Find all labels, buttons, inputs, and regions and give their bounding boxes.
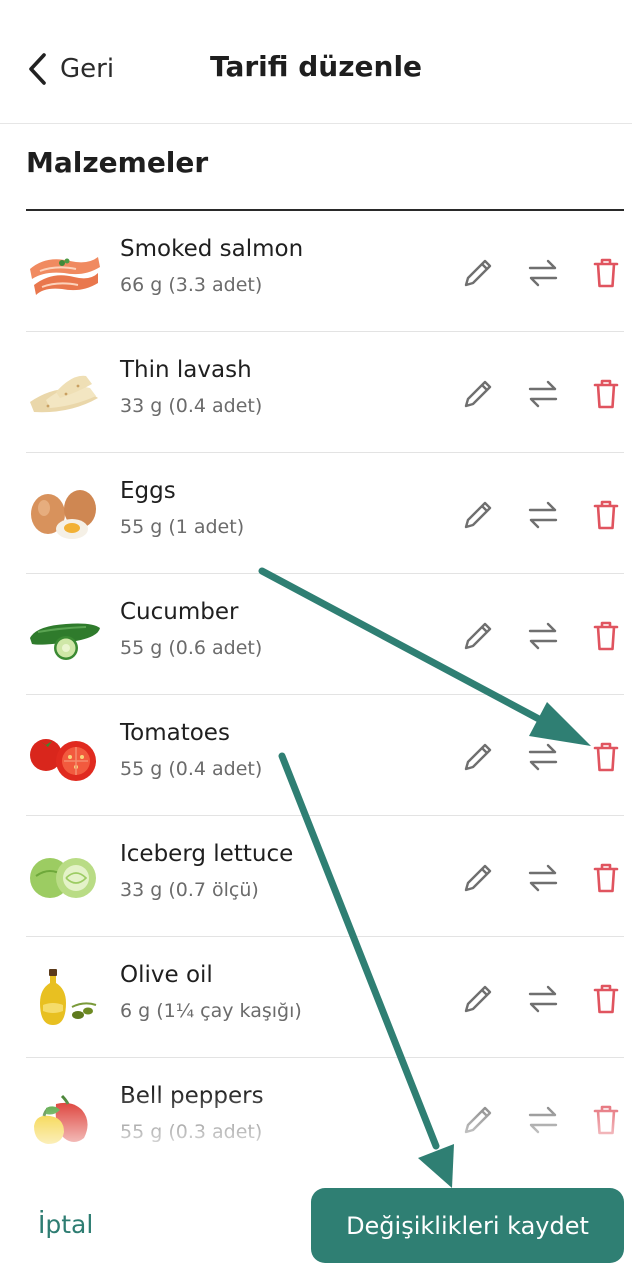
eggs-image (26, 483, 102, 543)
ingredient-amount: 33 g (0.7 ölçü) (120, 879, 259, 901)
ingredient-amount: 33 g (0.4 adet) (120, 395, 263, 417)
edit-button[interactable] (460, 739, 496, 775)
save-changes-button[interactable]: Değişiklikleri kaydet (311, 1188, 624, 1263)
tomatoes-image (26, 725, 102, 785)
trash-icon (593, 1105, 619, 1135)
swap-arrows-icon (528, 501, 558, 529)
ingredient-row: Tomatoes 55 g (0.4 adet) (26, 695, 624, 816)
ingredient-row: Olive oil 6 g (1¼ çay kaşığı) (26, 937, 624, 1058)
ingredient-name: Iceberg lettuce (120, 841, 294, 867)
ingredient-row: Thin lavash 33 g (0.4 adet) (26, 332, 624, 453)
delete-button[interactable] (588, 860, 624, 896)
pencil-icon (464, 743, 492, 771)
ingredient-name: Olive oil (120, 962, 213, 988)
pencil-icon (464, 864, 492, 892)
ingredient-name: Smoked salmon (120, 236, 304, 262)
delete-button[interactable] (588, 376, 624, 412)
delete-button[interactable] (588, 1102, 624, 1138)
trash-icon (593, 621, 619, 651)
swap-button[interactable] (525, 739, 561, 775)
swap-button[interactable] (525, 376, 561, 412)
ingredient-name: Bell peppers (120, 1083, 264, 1109)
swap-arrows-icon (528, 743, 558, 771)
ingredient-row: Smoked salmon 66 g (3.3 adet) (26, 211, 624, 332)
delete-button[interactable] (588, 618, 624, 654)
lettuce-image (26, 846, 102, 906)
pencil-icon (464, 501, 492, 529)
swap-button[interactable] (525, 618, 561, 654)
pencil-icon (464, 380, 492, 408)
delete-button[interactable] (588, 739, 624, 775)
swap-button[interactable] (525, 981, 561, 1017)
delete-button[interactable] (588, 255, 624, 291)
swap-arrows-icon (528, 622, 558, 650)
cancel-button[interactable]: İptal (38, 1210, 93, 1239)
delete-button[interactable] (588, 981, 624, 1017)
ingredient-row: Bell peppers 55 g (0.3 adet) (26, 1058, 624, 1178)
swap-button[interactable] (525, 860, 561, 896)
swap-arrows-icon (528, 1106, 558, 1134)
ingredient-row: Iceberg lettuce 33 g (0.7 ölçü) (26, 816, 624, 937)
swap-arrows-icon (528, 985, 558, 1013)
ingredient-amount: 55 g (1 adet) (120, 516, 245, 538)
ingredient-name: Tomatoes (120, 720, 230, 746)
ingredient-name: Eggs (120, 478, 176, 504)
edit-button[interactable] (460, 1102, 496, 1138)
page-title: Tarifi düzenle (209, 50, 423, 83)
pencil-icon (464, 985, 492, 1013)
pencil-icon (464, 1106, 492, 1134)
swap-arrows-icon (528, 380, 558, 408)
ingredient-amount: 55 g (0.3 adet) (120, 1121, 263, 1143)
cucumber-image (26, 604, 102, 664)
section-title: Malzemeler (26, 146, 209, 179)
edit-button[interactable] (460, 255, 496, 291)
olive-oil-image (26, 967, 102, 1027)
smoked-salmon-image (26, 241, 102, 301)
delete-button[interactable] (588, 497, 624, 533)
ingredient-list: Smoked salmon 66 g (3.3 adet) Thin lavas… (26, 211, 624, 1178)
swap-button[interactable] (525, 255, 561, 291)
ingredient-amount: 55 g (0.6 adet) (120, 637, 263, 659)
ingredient-amount: 66 g (3.3 adet) (120, 274, 263, 296)
pencil-icon (464, 259, 492, 287)
trash-icon (593, 500, 619, 530)
bell-peppers-image (26, 1088, 102, 1148)
save-changes-label: Değişiklikleri kaydet (346, 1211, 589, 1240)
ingredient-amount: 6 g (1¼ çay kaşığı) (120, 1000, 302, 1022)
swap-button[interactable] (525, 1102, 561, 1138)
trash-icon (593, 742, 619, 772)
ingredient-row: Eggs 55 g (1 adet) (26, 453, 624, 574)
top-bar: Geri Tarifi düzenle (0, 0, 632, 124)
trash-icon (593, 379, 619, 409)
edit-button[interactable] (460, 618, 496, 654)
swap-arrows-icon (528, 259, 558, 287)
edit-button[interactable] (460, 981, 496, 1017)
lavash-image (26, 362, 102, 422)
ingredient-row: Cucumber 55 g (0.6 adet) (26, 574, 624, 695)
swap-arrows-icon (528, 864, 558, 892)
edit-button[interactable] (460, 497, 496, 533)
swap-button[interactable] (525, 497, 561, 533)
trash-icon (593, 258, 619, 288)
trash-icon (593, 863, 619, 893)
ingredient-name: Thin lavash (120, 357, 252, 383)
ingredient-amount: 55 g (0.4 adet) (120, 758, 263, 780)
ingredient-name: Cucumber (120, 599, 239, 625)
edit-button[interactable] (460, 860, 496, 896)
edit-button[interactable] (460, 376, 496, 412)
trash-icon (593, 984, 619, 1014)
pencil-icon (464, 622, 492, 650)
